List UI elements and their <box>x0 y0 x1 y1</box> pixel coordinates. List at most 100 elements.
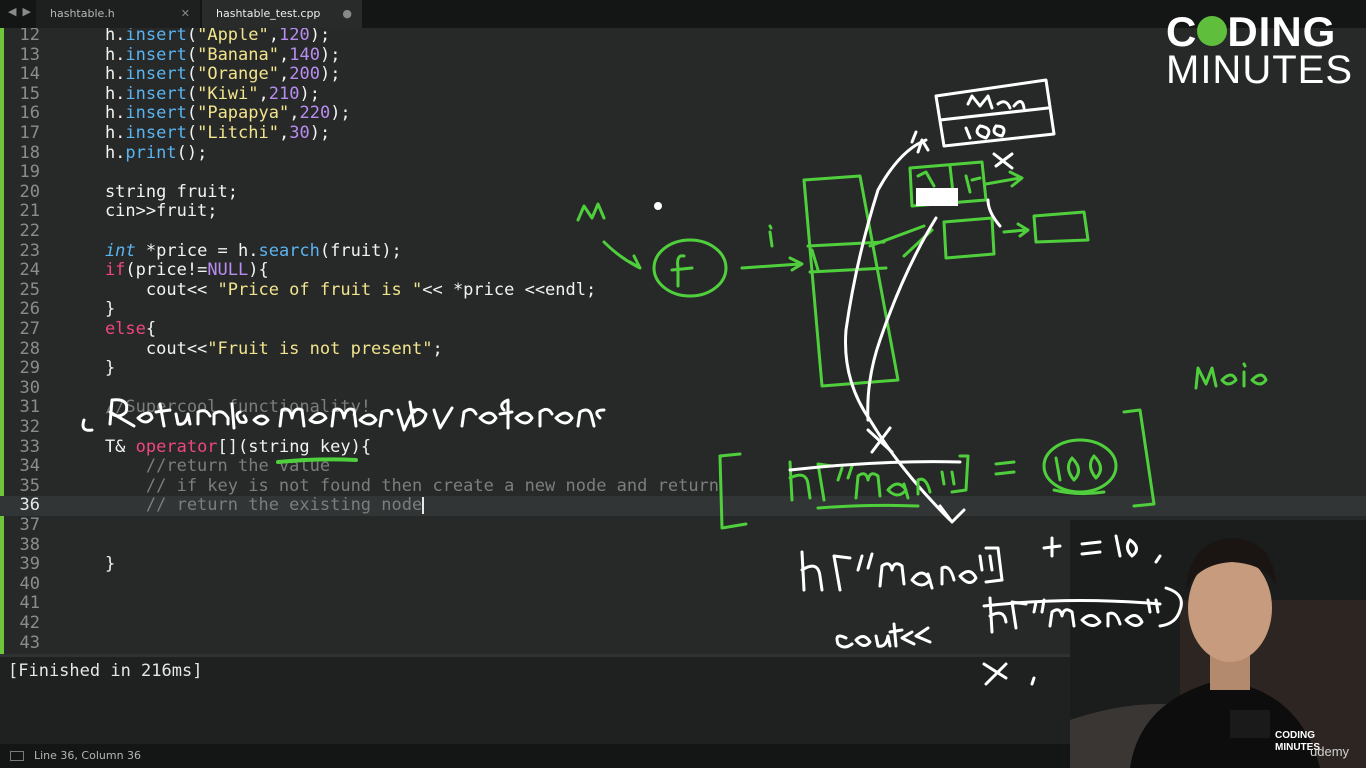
line-number: 23 <box>19 240 40 261</box>
code-line[interactable]: 16 h.insert("Papapya",220); <box>0 104 1366 124</box>
code-line[interactable]: 30 <box>0 378 1366 399</box>
code-line[interactable]: 13 h.insert("Banana",140); <box>0 44 1366 66</box>
line-number: 31 <box>19 397 40 418</box>
code-token-plain: } <box>64 299 116 320</box>
code-text[interactable]: string fruit; <box>64 181 238 203</box>
dirty-dot-icon[interactable]: ● <box>342 0 352 28</box>
code-text[interactable]: cout<< "Price of fruit is "<< *price <<e… <box>64 279 596 301</box>
code-line[interactable]: 24 if(price!=NULL){ <box>0 260 1366 281</box>
code-text[interactable]: } <box>64 300 115 320</box>
code-text[interactable]: else{ <box>64 319 157 340</box>
code-text[interactable]: // if key is not found then create a new… <box>64 476 719 497</box>
code-token-plain: (price!= <box>125 260 208 281</box>
code-text[interactable]: // return the existing node <box>64 495 425 516</box>
code-text[interactable]: h.insert("Papapya",220); <box>64 104 351 124</box>
line-number: 15 <box>19 83 40 104</box>
line-number: 42 <box>19 613 40 633</box>
code-text[interactable]: } <box>64 358 115 379</box>
code-line[interactable]: 34 //return the value <box>0 456 1366 477</box>
line-number: 39 <box>19 554 40 575</box>
code-token-plain: *price = h. <box>135 240 259 261</box>
tab-hashtable-test-cpp[interactable]: hashtable_test.cpp ● <box>202 0 362 28</box>
code-token-plain: (fruit); <box>319 240 402 261</box>
code-token-comment: // return the existing node <box>64 495 423 516</box>
code-line[interactable]: 28 cout<<"Fruit is not present"; <box>0 338 1366 360</box>
code-token-plain: ; <box>432 338 443 359</box>
code-text[interactable]: cin>>fruit; <box>64 202 218 222</box>
code-line[interactable]: 18 h.print(); <box>0 142 1366 164</box>
code-token-string: "Litchi" <box>197 123 279 143</box>
tab-nav-arrows[interactable]: ◀▶ <box>8 5 37 18</box>
code-line[interactable]: 31 //Supercool functionality! <box>0 398 1366 418</box>
code-line[interactable]: 25 cout<< "Price of fruit is "<< *price … <box>0 279 1366 301</box>
code-line[interactable]: 17 h.insert("Litchi",30); <box>0 123 1366 144</box>
code-line[interactable]: 32 <box>0 417 1366 438</box>
code-token-plain: h. <box>64 123 126 143</box>
code-token-plain: ); <box>309 28 331 45</box>
code-token-plain: h. <box>64 142 126 163</box>
code-text[interactable]: if(price!=NULL){ <box>64 260 269 281</box>
code-text[interactable]: T& operator[](string key){ <box>64 437 371 458</box>
code-token-string: "Kiwi" <box>197 83 259 104</box>
code-line[interactable]: 19 <box>0 163 1366 183</box>
tab-hashtable-h[interactable]: hashtable.h ✕ <box>36 0 200 28</box>
code-token-plain: , <box>258 83 269 104</box>
code-line[interactable]: 36 // return the existing node <box>0 496 1366 516</box>
code-token-plain: (); <box>176 142 208 163</box>
code-token-method: insert <box>125 64 187 85</box>
line-number: 19 <box>19 162 40 183</box>
line-number: 24 <box>19 260 40 281</box>
code-text[interactable]: h.insert("Orange",200); <box>64 64 341 85</box>
code-token-plain: h. <box>64 64 126 85</box>
line-number: 29 <box>19 358 40 379</box>
code-line[interactable]: 27 else{ <box>0 319 1366 340</box>
line-number: 26 <box>19 299 40 320</box>
code-line[interactable]: 15 h.insert("Kiwi",210); <box>0 83 1366 105</box>
code-token-string: "Fruit is not present" <box>207 338 433 359</box>
code-line[interactable]: 33 T& operator[](string key){ <box>0 437 1366 458</box>
code-token-method: insert <box>125 28 187 45</box>
code-text[interactable]: h.insert("Apple",120); <box>64 28 330 46</box>
line-number: 22 <box>19 221 40 241</box>
code-token-plain: cout<< <box>64 279 218 300</box>
code-token-plain: , <box>289 103 300 124</box>
code-token-plain: , <box>278 44 290 65</box>
code-token-plain: ){ <box>248 260 269 281</box>
code-line[interactable]: 21 cin>>fruit; <box>0 202 1366 222</box>
panel-toggle-icon[interactable] <box>10 751 24 761</box>
code-line[interactable]: 35 // if key is not found then create a … <box>0 475 1366 497</box>
line-number: 35 <box>19 475 40 496</box>
code-line[interactable]: 14 h.insert("Orange",200); <box>0 64 1366 85</box>
code-text[interactable]: //Supercool functionality! <box>64 398 371 418</box>
code-line[interactable]: 26 } <box>0 300 1366 320</box>
tab-label: hashtable_test.cpp <box>216 7 321 20</box>
code-text[interactable]: } <box>64 554 115 575</box>
code-line[interactable]: 29 } <box>0 358 1366 379</box>
code-text[interactable]: h.insert("Banana",140); <box>64 44 341 66</box>
tab-bar: ◀▶ hashtable.h ✕ hashtable_test.cpp ● <box>0 0 1366 28</box>
line-number: 43 <box>19 632 40 653</box>
code-text[interactable]: cout<<"Fruit is not present"; <box>64 338 443 360</box>
tab-label: hashtable.h <box>50 7 115 20</box>
close-icon[interactable]: ✕ <box>181 0 190 28</box>
code-line[interactable]: 20 string fruit; <box>0 181 1366 203</box>
code-token-plain: string fruit; <box>64 181 238 202</box>
code-line[interactable]: 12 h.insert("Apple",120); <box>0 28 1366 46</box>
code-token-comment: //Supercool functionality! <box>64 397 372 418</box>
code-token-plain: , <box>278 123 290 143</box>
code-line[interactable]: 23 int *price = h.search(fruit); <box>0 240 1366 262</box>
line-number: 17 <box>19 123 40 143</box>
code-text[interactable]: int *price = h.search(fruit); <box>64 240 402 262</box>
udemy-watermark: udemy <box>1310 744 1350 759</box>
code-token-plain: ); <box>309 123 331 143</box>
code-line[interactable]: 22 <box>0 221 1366 242</box>
code-token-plain: { <box>145 319 157 339</box>
code-text[interactable]: h.insert("Litchi",30); <box>64 123 331 144</box>
line-number: 27 <box>19 319 40 339</box>
logo-line-2: MINUTES <box>1166 48 1353 92</box>
code-text[interactable]: //return the value <box>64 456 330 477</box>
code-text[interactable]: h.print(); <box>64 142 208 164</box>
code-text[interactable]: h.insert("Kiwi",210); <box>64 83 320 105</box>
code-token-number: 120 <box>279 28 310 45</box>
code-token-string: "Price of fruit is " <box>217 279 423 300</box>
